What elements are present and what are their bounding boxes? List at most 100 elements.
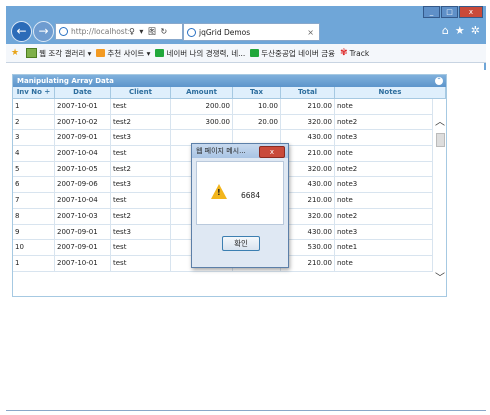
grid-header-row: Inv No ÷ Date Client Amount Tax Total No… bbox=[13, 87, 446, 99]
cell-inv-no: 10 bbox=[13, 240, 55, 255]
dialog-title-bar: 웹 페이지 메시... x bbox=[192, 144, 288, 158]
cell-date: 2007-10-01 bbox=[55, 99, 111, 114]
cell-client: test3 bbox=[111, 177, 171, 193]
cell-date: 2007-09-06 bbox=[55, 177, 111, 193]
column-header-inv-no[interactable]: Inv No ÷ bbox=[13, 87, 55, 98]
column-header-tax[interactable]: Tax bbox=[233, 87, 281, 98]
cell-notes: note bbox=[335, 146, 433, 161]
favorites-item-label: 네이버 나의 경쟁력, 네... bbox=[166, 48, 246, 58]
grid-caption: Manipulating Array Data ⌃ bbox=[13, 75, 446, 87]
rss-icon bbox=[96, 49, 106, 57]
table-row[interactable]: 2 2007-10-02 test2 300.00 20.00 320.00 note2 bbox=[13, 114, 433, 131]
favorites-item-naver[interactable]: 네이버 나의 경쟁력, 네... bbox=[155, 48, 245, 59]
cell-inv-no: 1 bbox=[13, 99, 55, 114]
dialog-message: 6684 bbox=[241, 191, 261, 200]
scroll-down-icon[interactable]: ﹀ bbox=[435, 269, 445, 284]
back-button[interactable]: ← bbox=[11, 21, 32, 42]
column-header-notes[interactable]: Notes bbox=[335, 87, 446, 98]
cell-client: test bbox=[111, 240, 171, 255]
close-window-button[interactable]: x bbox=[459, 6, 483, 18]
browser-toolbar-icons: ⌂ ★ ✲ bbox=[436, 24, 480, 37]
cell-total: 210.00 bbox=[281, 146, 335, 161]
favorites-item-label: 추천 사이트 ▾ bbox=[107, 48, 151, 58]
maximize-button[interactable]: □ bbox=[441, 6, 458, 18]
favorites-item-web-slice-gallery[interactable]: 웹 조각 갤러리 ▾ bbox=[26, 48, 91, 59]
sort-icon: ÷ bbox=[44, 88, 51, 96]
cell-client: test3 bbox=[111, 224, 171, 240]
dialog-title: 웹 페이지 메시... bbox=[196, 147, 246, 155]
cell-date: 2007-10-04 bbox=[55, 193, 111, 208]
cell-total: 430.00 bbox=[281, 224, 335, 240]
cell-total: 320.00 bbox=[281, 114, 335, 130]
window-controls: _ □ x bbox=[422, 6, 483, 18]
collapse-toggle-icon[interactable]: ⌃ bbox=[435, 77, 443, 85]
cell-notes: note1 bbox=[335, 240, 433, 255]
cell-client: test bbox=[111, 193, 171, 208]
favorites-star[interactable]: ★ bbox=[11, 48, 21, 58]
cell-tax: 10.00 bbox=[233, 99, 281, 114]
cell-total: 210.00 bbox=[281, 99, 335, 114]
column-header-client[interactable]: Client bbox=[111, 87, 171, 98]
cell-client: test2 bbox=[111, 161, 171, 177]
table-row[interactable]: 12007-10-01test200.0010.00210.00note bbox=[13, 99, 433, 115]
ok-button[interactable]: 확인 bbox=[222, 236, 260, 251]
grid-caption-title: Manipulating Array Data bbox=[17, 77, 114, 85]
gear-icon[interactable]: ✲ bbox=[471, 24, 480, 37]
grid-scrollbar[interactable]: ︿ ﹀ bbox=[434, 99, 445, 294]
cell-total: 320.00 bbox=[281, 208, 335, 224]
favorites-item-label: 웹 조각 갤러리 ▾ bbox=[39, 48, 92, 58]
cell-inv-no: 2 bbox=[13, 114, 55, 130]
address-url[interactable]: http://localhost:80E bbox=[71, 27, 129, 36]
tab-close-icon[interactable]: × bbox=[307, 28, 314, 37]
minimize-button[interactable]: _ bbox=[423, 6, 440, 18]
green-tile-icon bbox=[155, 49, 165, 57]
window-bottom-border bbox=[6, 410, 486, 411]
favorites-star-icon[interactable]: ★ bbox=[455, 24, 465, 37]
favorites-item-track[interactable]: ✾ Track bbox=[340, 48, 369, 58]
column-header-total[interactable]: Total bbox=[281, 87, 335, 98]
ie-tab-icon bbox=[187, 27, 196, 37]
column-header-date[interactable]: Date bbox=[55, 87, 111, 98]
tab-jqgrid-demos[interactable]: jqGrid Demos × bbox=[183, 23, 320, 41]
cell-notes: note2 bbox=[335, 161, 433, 177]
forward-button[interactable]: → bbox=[33, 21, 54, 42]
cell-total: 210.00 bbox=[281, 255, 335, 271]
favorites-item-suggested-sites[interactable]: 추천 사이트 ▾ bbox=[96, 48, 150, 59]
cell-notes: note bbox=[335, 193, 433, 208]
cell-inv-no: 4 bbox=[13, 146, 55, 161]
cell-date: 2007-09-01 bbox=[55, 224, 111, 240]
cell-date: 2007-10-03 bbox=[55, 208, 111, 224]
cell-client: test bbox=[111, 146, 171, 161]
cell-client: test2 bbox=[111, 114, 171, 130]
scroll-up-icon[interactable]: ︿ bbox=[435, 113, 445, 128]
column-header-amount[interactable]: Amount bbox=[171, 87, 233, 98]
cell-inv-no: 3 bbox=[13, 130, 55, 146]
cell-notes: note2 bbox=[335, 208, 433, 224]
address-tools-icons[interactable]: ♀ ▾ 图 ↻ bbox=[129, 26, 168, 37]
cell-inv-no: 9 bbox=[13, 224, 55, 240]
scroll-thumb[interactable] bbox=[436, 133, 445, 147]
cell-date: 2007-09-01 bbox=[55, 240, 111, 255]
cell-notes: note bbox=[335, 255, 433, 271]
dialog-close-button[interactable]: x bbox=[259, 146, 285, 158]
cell-inv-no: 1 bbox=[13, 255, 55, 271]
cell-total: 430.00 bbox=[281, 130, 335, 146]
cell-total: 210.00 bbox=[281, 193, 335, 208]
favorites-item-doosan[interactable]: 두산중공업 네이버 금융 bbox=[250, 48, 335, 59]
warning-icon: ! bbox=[211, 184, 227, 199]
favorites-star-icon: ★ bbox=[11, 48, 20, 58]
cell-notes: note bbox=[335, 99, 433, 114]
cell-total: 430.00 bbox=[281, 177, 335, 193]
cell-date: 2007-09-01 bbox=[55, 130, 111, 146]
favorites-item-label: 두산중공업 네이버 금융 bbox=[261, 48, 336, 58]
cell-client: test3 bbox=[111, 130, 171, 146]
cell-amount: 200.00 bbox=[171, 99, 233, 114]
green-tile-icon bbox=[250, 49, 260, 57]
home-icon[interactable]: ⌂ bbox=[442, 24, 449, 37]
cell-notes: note3 bbox=[335, 224, 433, 240]
dialog-body: ! 6684 bbox=[196, 161, 284, 225]
cell-amount: 300.00 bbox=[171, 114, 233, 130]
cell-date: 2007-10-01 bbox=[55, 255, 111, 271]
ie-page-icon bbox=[59, 27, 68, 36]
address-bar[interactable]: http://localhost:80E ♀ ▾ 图 ↻ bbox=[55, 23, 183, 40]
